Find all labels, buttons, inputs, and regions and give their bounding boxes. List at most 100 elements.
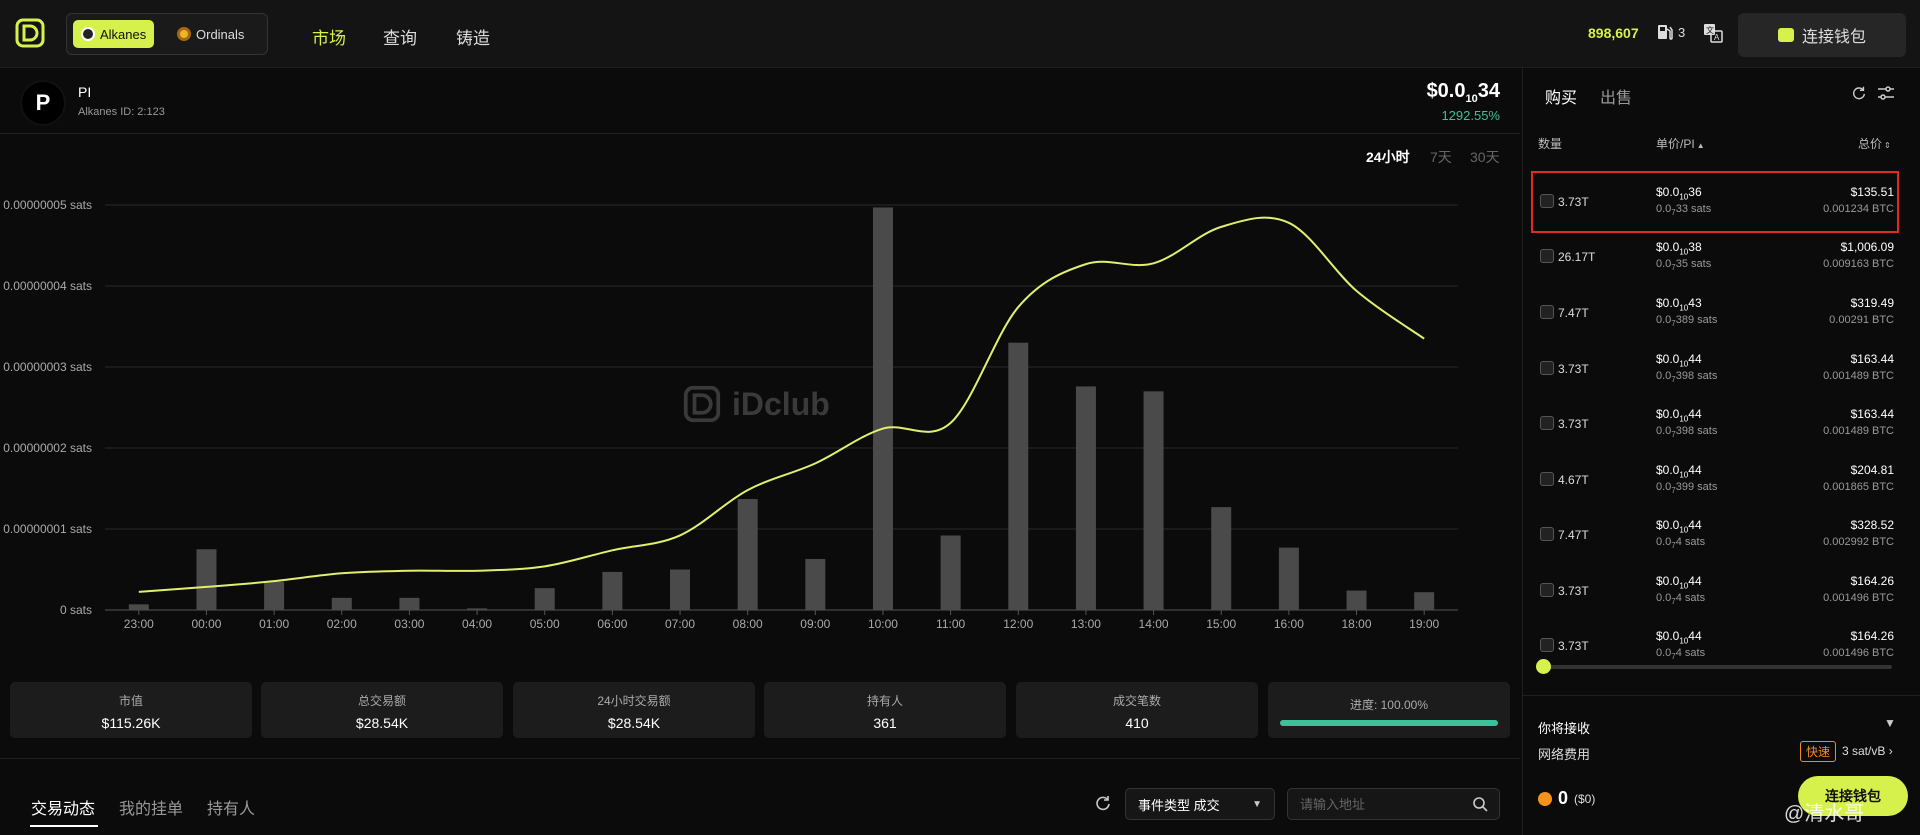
order-unit-price: $0.01044 — [1656, 463, 1702, 479]
volume-bar[interactable] — [1346, 590, 1367, 610]
fee-rate[interactable]: 3 sat/vB › — [1842, 744, 1893, 758]
order-row[interactable]: 3.73T $0.01044 0.07398 sats $163.44 0.001489… — [1536, 399, 1896, 449]
address-search-input[interactable] — [1287, 788, 1500, 820]
tab-holders[interactable]: 持有人 — [207, 795, 255, 819]
tab-trade-activity[interactable]: 交易动态 — [31, 795, 95, 819]
mint-progress: 进度: 100.00% — [1268, 682, 1510, 738]
volume-bar[interactable] — [399, 597, 420, 610]
tab-buy[interactable]: 购买 — [1545, 84, 1577, 108]
chain-ordinals-label: Ordinals — [196, 26, 245, 42]
volume-bar[interactable] — [331, 597, 352, 610]
col-total[interactable]: 总价 ⇕ — [1858, 135, 1891, 152]
timeframe-30d[interactable]: 30天 — [1470, 147, 1500, 167]
stat-value: 361 — [873, 715, 897, 731]
volume-bar[interactable] — [1414, 592, 1435, 610]
y-tick-label: 0 sats — [60, 603, 92, 617]
order-checkbox[interactable] — [1540, 638, 1554, 652]
x-tick-label: 03:00 — [394, 617, 424, 631]
event-type-select[interactable]: 事件类型 成交 ▼ — [1125, 788, 1275, 820]
chain-alkanes-button[interactable]: Alkanes — [73, 20, 155, 48]
fee-speed-tag[interactable]: 快速 — [1800, 741, 1837, 762]
connect-wallet-button[interactable]: 连接钱包 — [1738, 13, 1906, 57]
order-checkbox[interactable] — [1540, 472, 1554, 486]
volume-bar[interactable] — [264, 581, 285, 610]
volume-bar[interactable] — [1008, 342, 1029, 610]
gas-pump-icon[interactable] — [1655, 22, 1675, 42]
idclub-logo-icon[interactable] — [14, 17, 46, 49]
volume-bar[interactable] — [1075, 386, 1096, 610]
x-tick-label: 10:00 — [868, 617, 898, 631]
order-checkbox[interactable] — [1540, 583, 1554, 597]
tab-my-orders[interactable]: 我的挂单 — [119, 795, 183, 819]
bitcoin-icon — [1538, 791, 1552, 806]
watermark-logo-icon — [683, 385, 721, 423]
order-unit-price: $0.01044 — [1656, 518, 1702, 534]
chevron-down-icon[interactable]: ▼ — [1884, 716, 1896, 730]
wallet-icon — [1777, 28, 1794, 42]
volume-bar[interactable] — [1143, 391, 1164, 610]
x-tick-label: 15:00 — [1206, 617, 1236, 631]
fee-rate-value: 3 sat/vB — [1842, 744, 1886, 758]
tab-sell[interactable]: 出售 — [1600, 84, 1632, 108]
y-tick-label: 0.00000003 sats — [3, 360, 92, 374]
stat-trades: 成交笔数 410 — [1016, 682, 1258, 738]
order-checkbox[interactable] — [1540, 249, 1554, 263]
volume-bar[interactable] — [872, 207, 893, 610]
x-tick-label: 19:00 — [1409, 617, 1439, 631]
stat-label: 市值 — [118, 694, 143, 708]
volume-bar[interactable] — [940, 535, 961, 610]
order-checkbox[interactable] — [1540, 305, 1554, 319]
chain-ordinals-button[interactable]: Ordinals — [169, 20, 252, 48]
x-tick-label: 00:00 — [191, 617, 221, 631]
active-tab-underline — [30, 825, 98, 827]
order-checkbox[interactable] — [1540, 527, 1554, 541]
stat-24h-volume: 24小时交易额 $28.54K — [513, 682, 755, 738]
order-unit-sats: 0.0735 sats — [1656, 258, 1711, 272]
volume-bar[interactable] — [128, 604, 149, 610]
order-row[interactable]: 3.73T $0.01044 0.074 sats $164.26 0.001496 B… — [1536, 566, 1896, 616]
volume-bar[interactable] — [467, 608, 488, 610]
order-checkbox[interactable] — [1540, 361, 1554, 375]
order-row[interactable]: 7.47T $0.01043 0.07389 sats $319.49 0.00291 … — [1536, 288, 1896, 338]
volume-bar[interactable] — [534, 588, 555, 610]
timeframe-24h[interactable]: 24小时 — [1366, 147, 1410, 167]
order-row[interactable]: 4.67T $0.01044 0.07399 sats $204.81 0.001865… — [1536, 455, 1896, 505]
refresh-icon[interactable] — [1094, 794, 1112, 812]
nav-market[interactable]: 市场 — [312, 24, 346, 49]
nav-query[interactable]: 查询 — [383, 24, 417, 49]
volume-bar[interactable] — [1211, 507, 1232, 610]
filter-sliders-icon[interactable] — [1877, 85, 1895, 101]
order-unit-sats: 0.07399 sats — [1656, 481, 1717, 495]
sats-tail: 398 sats — [1675, 370, 1718, 382]
volume-bar[interactable] — [670, 569, 691, 611]
order-row[interactable]: 26.17T $0.01038 0.0735 sats $1,006.09 0.0091… — [1536, 232, 1896, 282]
order-total-btc: 0.009163 BTC — [1823, 258, 1894, 270]
order-row[interactable]: 3.73T $0.01044 0.074 sats $164.26 0.001496 B… — [1536, 621, 1896, 671]
price-main: $0.0 — [1656, 629, 1680, 643]
quantity-slider-track[interactable] — [1542, 665, 1892, 669]
price-tail: 44 — [1688, 574, 1702, 588]
volume-bar[interactable] — [602, 571, 623, 610]
price-tail: 44 — [1688, 629, 1702, 643]
volume-bar[interactable] — [805, 558, 826, 610]
svg-text:文: 文 — [1706, 25, 1714, 35]
volume-bar[interactable] — [1278, 547, 1299, 610]
stat-value: 410 — [1125, 715, 1149, 731]
col-qty[interactable]: 数量 — [1538, 135, 1562, 152]
order-row[interactable]: 7.47T $0.01044 0.074 sats $328.52 0.002992 B… — [1536, 510, 1896, 560]
alkanes-coin-icon — [81, 27, 95, 41]
refresh-icon[interactable] — [1851, 85, 1867, 101]
order-qty: 26.17T — [1558, 250, 1596, 264]
volume-bar[interactable] — [737, 499, 758, 610]
order-total-usd: $328.52 — [1850, 518, 1894, 532]
quantity-slider-thumb[interactable] — [1536, 659, 1551, 674]
x-tick-label: 18:00 — [1342, 617, 1372, 631]
volume-bar[interactable] — [196, 549, 217, 610]
col-unit-price[interactable]: 单价/PI ▲ — [1656, 135, 1705, 152]
order-row[interactable]: 3.73T $0.01044 0.07398 sats $163.44 0.001489… — [1536, 344, 1896, 394]
search-icon[interactable] — [1472, 796, 1488, 812]
language-icon[interactable]: 文 A — [1702, 22, 1724, 44]
timeframe-7d[interactable]: 7天 — [1430, 147, 1452, 167]
nav-mint[interactable]: 铸造 — [456, 24, 490, 49]
order-checkbox[interactable] — [1540, 416, 1554, 430]
